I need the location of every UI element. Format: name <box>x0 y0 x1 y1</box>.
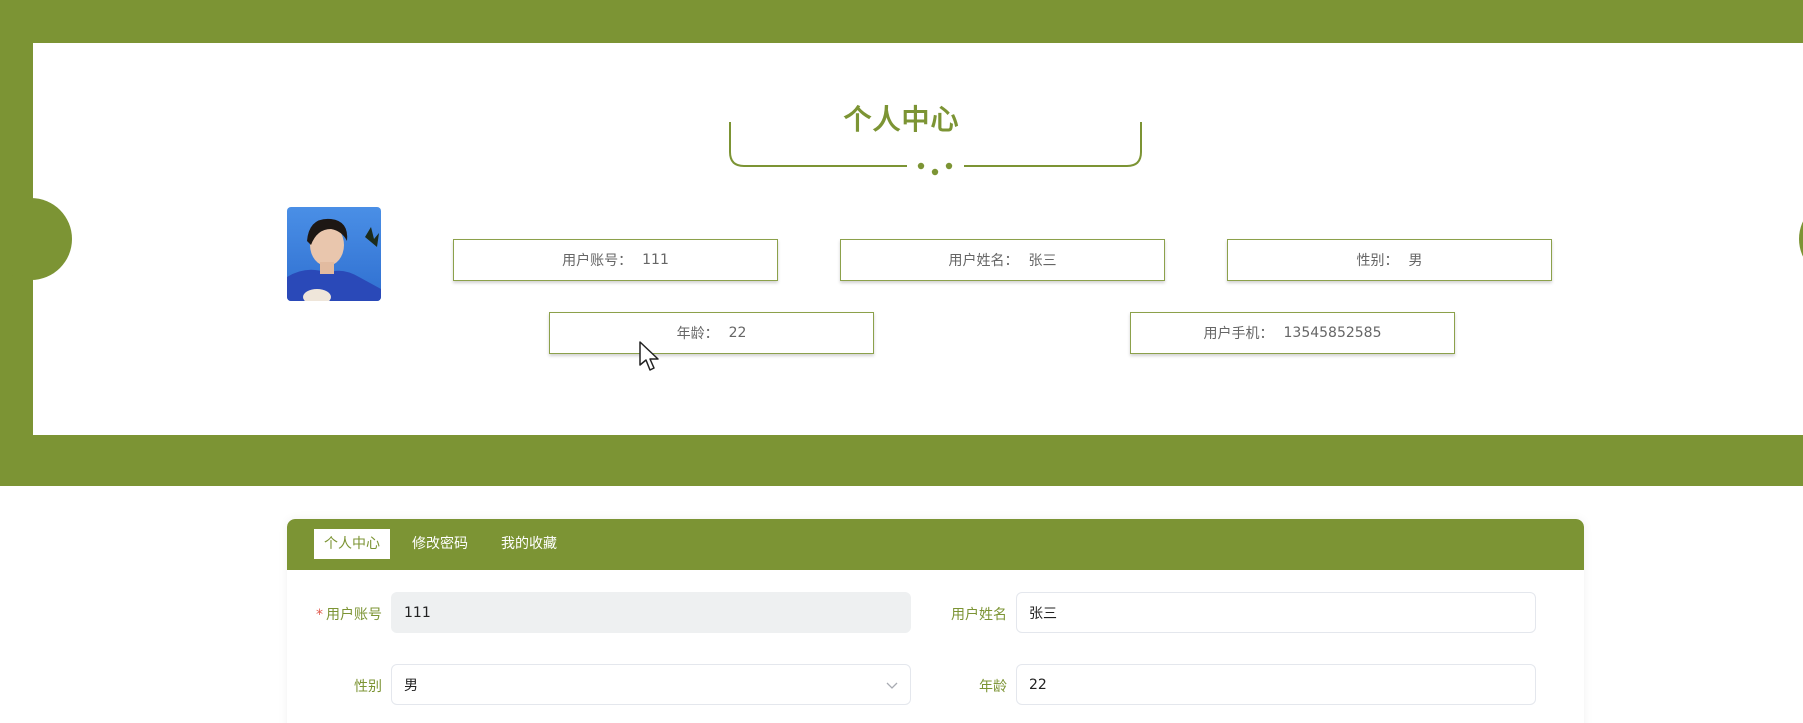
info-gender-label: 性别： <box>1356 253 1399 269</box>
name-input[interactable]: 张三 <box>1016 592 1536 633</box>
avatar[interactable] <box>287 207 381 301</box>
info-name-value: 张三 <box>1028 253 1057 269</box>
account-input[interactable]: 111 <box>391 592 911 633</box>
info-phone-label: 用户手机： <box>1203 326 1274 342</box>
tab-personal-center[interactable]: 个人中心 <box>314 529 390 559</box>
info-age-value: 22 <box>728 325 747 341</box>
info-phone-value: 13545852585 <box>1283 325 1382 341</box>
gender-label: 性别 <box>354 679 382 695</box>
info-age-label: 年龄： <box>676 326 719 342</box>
tab-my-favorites[interactable]: 我的收藏 <box>491 529 567 559</box>
required-mark: * <box>316 607 323 623</box>
info-account-value: 111 <box>642 252 669 268</box>
mouse-cursor-icon <box>639 341 659 371</box>
info-name: 用户姓名： 张三 <box>840 239 1165 281</box>
info-age: 年龄： 22 <box>549 312 874 354</box>
name-label: 用户姓名 <box>951 607 1007 623</box>
profile-form-card: 个人中心 修改密码 我的收藏 * 用户账号 111 用户姓名 张三 性别 男 年龄… <box>287 519 1584 723</box>
info-account: 用户账号： 111 <box>453 239 778 281</box>
info-account-label: 用户账号： <box>562 253 633 269</box>
age-input[interactable]: 22 <box>1016 664 1536 705</box>
decorative-notch-left <box>0 198 72 280</box>
tab-change-password[interactable]: 修改密码 <box>402 529 478 559</box>
age-label: 年龄 <box>979 679 1007 695</box>
info-name-label: 用户姓名： <box>948 253 1019 269</box>
info-phone: 用户手机： 13545852585 <box>1130 312 1455 354</box>
chevron-down-icon <box>886 682 898 689</box>
title-ornament-icon <box>729 122 1142 176</box>
info-gender-value: 男 <box>1408 253 1423 269</box>
account-label-text: 用户账号 <box>326 607 382 623</box>
tab-bar: 个人中心 修改密码 我的收藏 <box>287 519 1584 570</box>
gender-select[interactable]: 男 <box>391 664 911 705</box>
decorative-notch-right <box>1799 198 1803 280</box>
account-label: * 用户账号 <box>312 604 382 624</box>
info-gender: 性别： 男 <box>1227 239 1552 281</box>
gender-select-value: 男 <box>404 677 418 694</box>
user-photo-icon <box>287 207 381 301</box>
